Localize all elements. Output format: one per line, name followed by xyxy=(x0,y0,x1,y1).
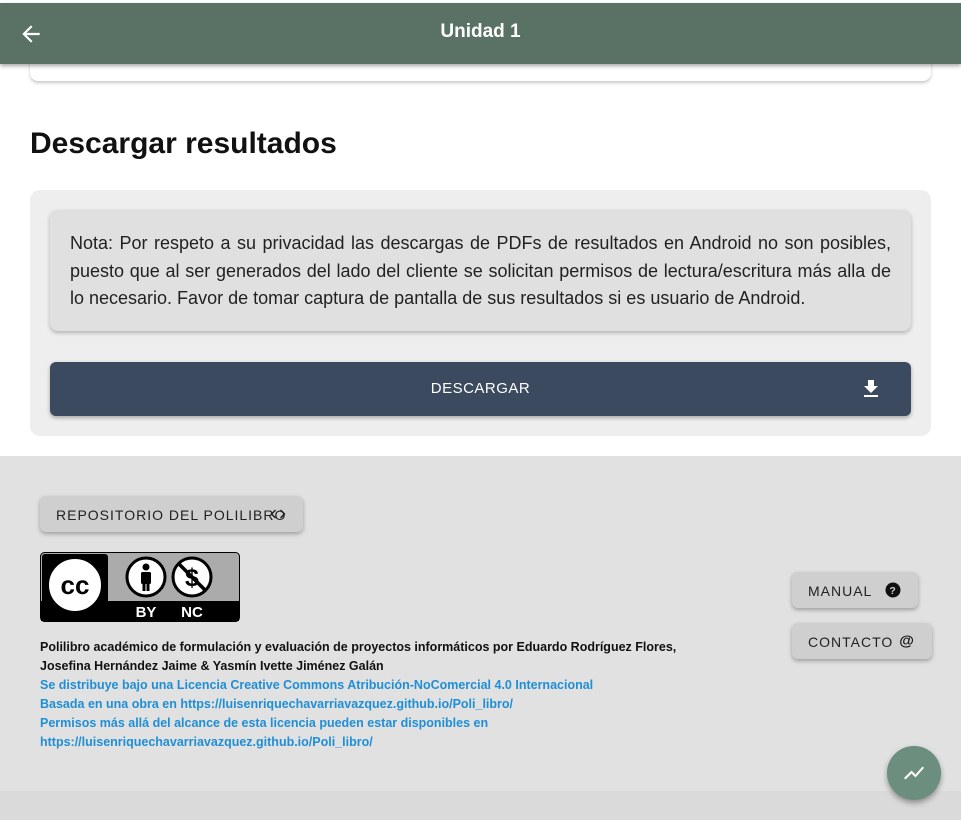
at-sign-icon: @ xyxy=(899,633,914,650)
download-icon xyxy=(864,380,878,397)
contact-button-label: CONTACTO xyxy=(808,634,894,650)
trending-up-icon xyxy=(904,766,924,780)
section-title: Descargar resultados xyxy=(30,127,337,160)
manual-button-label: MANUAL xyxy=(808,583,873,599)
repository-button[interactable]: REPOSITORIO DEL POLILIBRO xyxy=(40,496,303,532)
page-title: Unidad 1 xyxy=(440,21,521,42)
contact-button[interactable]: CONTACTO @ xyxy=(792,623,932,659)
stats-fab[interactable] xyxy=(887,746,941,800)
authors-text: Polilibro académico de formulación y eva… xyxy=(40,640,677,673)
download-panel: Nota: Por respeto a su privacidad las de… xyxy=(30,190,931,436)
download-button[interactable]: DESCARGAR xyxy=(50,362,911,416)
download-button-label: DESCARGAR xyxy=(430,380,531,397)
cc-text: cc xyxy=(61,570,90,600)
svg-text:?: ? xyxy=(889,585,896,597)
help-circle-icon: ? xyxy=(885,582,901,598)
credits: Polilibro académico de formulación y eva… xyxy=(40,638,730,752)
by-text: BY xyxy=(136,604,157,621)
permissions-link[interactable]: Permisos más allá del alcance de esta li… xyxy=(40,714,730,752)
license-link[interactable]: Se distribuye bajo una Licencia Creative… xyxy=(40,676,730,695)
app-bar: Unidad 1 xyxy=(0,3,961,64)
repository-button-label: REPOSITORIO DEL POLILIBRO xyxy=(56,507,287,523)
nc-text: NC xyxy=(181,604,203,621)
manual-button[interactable]: MANUAL ? xyxy=(792,572,918,608)
based-on-link[interactable]: Basada en una obra en https://luisenriqu… xyxy=(40,695,730,714)
cc-by-nc-license-badge[interactable]: cc $ BY NC xyxy=(40,552,240,622)
privacy-note: Nota: Por respeto a su privacidad las de… xyxy=(50,210,911,331)
code-icon xyxy=(270,509,286,519)
footer-bottom-bar xyxy=(0,791,961,820)
svg-text:@: @ xyxy=(899,633,914,650)
